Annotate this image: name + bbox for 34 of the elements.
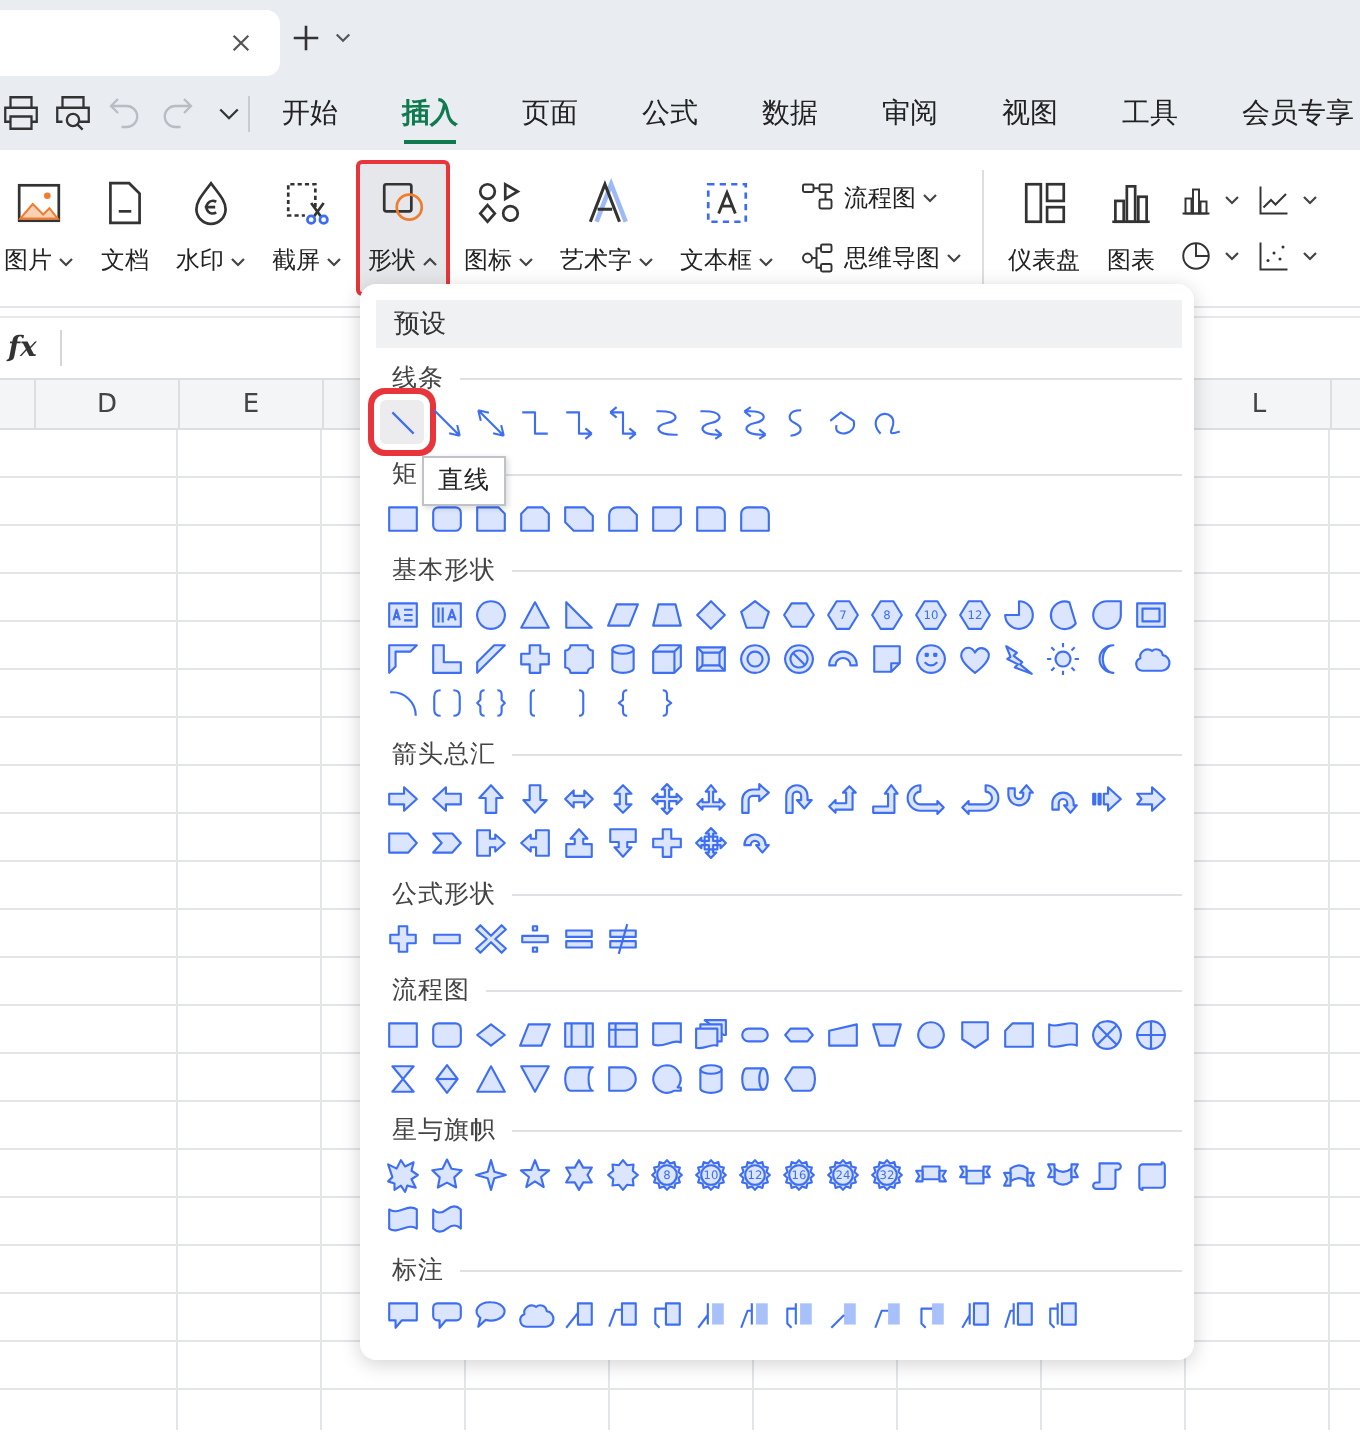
menu-tab[interactable]: 公式 <box>610 76 730 150</box>
section-title: 基本形状 <box>392 554 496 588</box>
icons-button[interactable]: 图标 <box>452 160 546 296</box>
picture-button[interactable]: 图片 <box>0 160 86 296</box>
tooltip: 直线 <box>422 456 506 506</box>
menu-tab[interactable]: 会员专享 <box>1210 76 1360 150</box>
screenshot-button[interactable]: 截屏 <box>260 160 354 296</box>
column-header[interactable]: D <box>36 380 180 428</box>
formula-label: fx <box>8 332 39 364</box>
chart-button[interactable]: 图表 <box>1094 160 1168 296</box>
document-button[interactable]: 文档 <box>88 160 162 296</box>
section-title: 星与旗帜 <box>392 1114 496 1148</box>
section-title: 线条 <box>392 362 444 396</box>
textbox-button[interactable]: 文本框 <box>668 160 786 296</box>
dashboard-button[interactable]: 仪表盘 <box>996 160 1092 296</box>
section-title: 流程图 <box>392 974 470 1008</box>
menu-tab[interactable]: 数据 <box>730 76 850 150</box>
menu-tab[interactable]: 开始 <box>250 76 370 150</box>
mindmap-button[interactable]: 思维导图 <box>800 236 962 280</box>
column-header[interactable]: E <box>180 380 324 428</box>
flowchart-button[interactable]: 流程图 <box>800 176 962 220</box>
section-title: 公式形状 <box>392 878 496 912</box>
menu-tab[interactable]: 插入 <box>370 76 490 150</box>
section-title: 箭头总汇 <box>392 738 496 772</box>
preset-header: 预设 <box>376 300 1182 348</box>
shapes-button[interactable]: 形状 <box>356 160 450 296</box>
section-title: 矩 <box>392 458 418 492</box>
menu-tab[interactable]: 审阅 <box>850 76 970 150</box>
section-title: 标注 <box>392 1254 444 1288</box>
menu-tab[interactable]: 视图 <box>970 76 1090 150</box>
menu-tab[interactable]: 页面 <box>490 76 610 150</box>
wordart-button[interactable]: 艺术字 <box>548 160 666 296</box>
menu-tab[interactable]: 工具 <box>1090 76 1210 150</box>
watermark-button[interactable]: 水印 <box>164 160 258 296</box>
